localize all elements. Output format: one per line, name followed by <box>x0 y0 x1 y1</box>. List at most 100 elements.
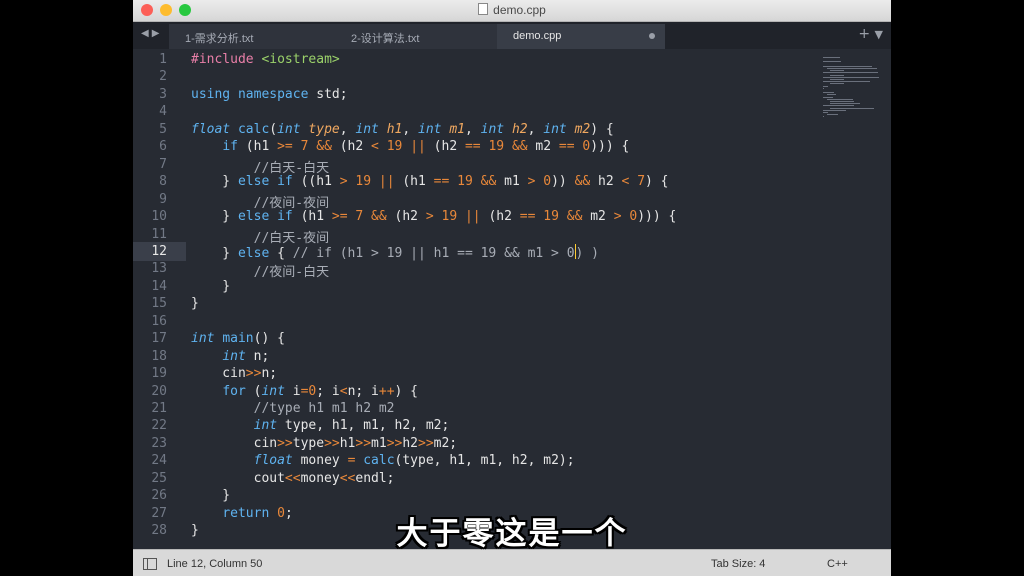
tab-label: demo.cpp <box>513 30 562 42</box>
code-token: < <box>371 139 379 155</box>
code-token: ) { <box>394 383 419 399</box>
code-line[interactable]: } else if ((h1 > 19 || (h1 == 19 && m1 >… <box>191 174 669 190</box>
code-line[interactable]: //白天-夜间 <box>191 227 329 246</box>
code-line[interactable]: } <box>191 296 199 311</box>
code-token: (h1 <box>394 174 434 190</box>
code-line[interactable]: int main() { <box>191 331 285 346</box>
syntax-selector[interactable]: C++ <box>827 558 848 570</box>
minimap-line <box>823 105 854 107</box>
code-token: namespace <box>237 86 309 102</box>
line-number: 20 <box>151 383 167 399</box>
code-token: m2 <box>582 209 614 225</box>
code-token: (h1 <box>292 209 332 225</box>
code-token: int <box>253 418 278 434</box>
code-token: { <box>269 245 293 261</box>
code-line[interactable]: for (int i=0; i<n; i++) { <box>191 384 418 399</box>
code-token: if <box>277 174 293 190</box>
code-token: // if (h1 > 19 || h1 == 19 && m1 > 0 <box>292 245 575 261</box>
line-number: 22 <box>151 418 167 434</box>
code-token: 19 <box>543 209 559 225</box>
code-token: cout <box>191 470 285 486</box>
code-token: ) { <box>645 174 669 190</box>
code-line[interactable]: //白天-白天 <box>191 157 329 176</box>
code-token: m2; <box>433 435 458 451</box>
line-number: 3 <box>159 86 167 102</box>
minimap-line <box>826 68 877 69</box>
code-token: int <box>418 121 442 137</box>
code-area[interactable]: #include <iostream> using namespace std; f… <box>191 49 811 549</box>
code-line[interactable]: float money = calc(type, h1, m1, h2, m2)… <box>191 453 575 468</box>
code-editor[interactable]: 1 2 3 4 5 6 7 8 9 10 11 12 13 14 15 16 17 18 19 20 21 22 23 24 2… <box>133 49 891 549</box>
line-number: 1 <box>159 52 167 67</box>
line-number: 6 <box>159 139 167 155</box>
code-token: 19 <box>488 139 505 155</box>
code-token: || <box>378 174 395 190</box>
code-token: 19 <box>386 139 403 155</box>
code-token: m1 <box>449 121 465 137</box>
code-line[interactable]: cin>>type>>h1>>m1>>h2>>m2; <box>191 435 458 451</box>
code-line[interactable]: } <box>191 488 230 503</box>
code-line[interactable]: float calc(int type, int h1, int m1, int… <box>191 122 614 137</box>
code-line[interactable]: } else if (h1 >= 7 && (h2 > 19 || (h2 ==… <box>191 209 676 224</box>
code-line[interactable]: } <box>191 279 230 294</box>
tab-demo-cpp[interactable]: demo.cpp <box>497 24 665 49</box>
code-token: (h1 <box>237 139 278 155</box>
code-line[interactable]: //夜间-白天 <box>191 261 329 280</box>
code-token: >> <box>324 435 340 451</box>
plus-icon[interactable]: + <box>858 26 870 42</box>
code-line[interactable]: cin>>n; <box>191 366 277 381</box>
code-token: main <box>222 331 254 347</box>
code-token: 19 <box>457 174 473 190</box>
sidebar-toggle-icon[interactable] <box>143 558 157 570</box>
minimap-line <box>823 61 841 63</box>
tab-requirements[interactable]: 1-需求分析.txt <box>169 24 335 49</box>
code-token: float <box>191 121 231 137</box>
code-line[interactable]: //type h1 m1 h2 m2 <box>191 401 395 416</box>
code-line[interactable]: using namespace std; <box>191 87 348 102</box>
unsaved-dot-icon[interactable] <box>649 33 655 39</box>
code-line[interactable]: int type, h1, m1, h2, m2; <box>191 418 450 434</box>
minimap[interactable] <box>815 49 891 169</box>
code-token: int <box>191 331 215 347</box>
tab-bar: 1-需求分析.txt 2-设计算法.txt demo.cpp <box>133 22 891 49</box>
chevron-down-icon[interactable]: ▼ <box>875 28 883 41</box>
minimap-line <box>823 72 878 74</box>
code-token: h2 <box>402 435 418 451</box>
code-line[interactable]: } else { // if (h1 > 19 || h1 == 19 && m… <box>191 243 599 261</box>
tab-nav-arrows-icon[interactable]: ◀▶ <box>141 28 162 39</box>
code-token: i <box>284 383 301 399</box>
code-line[interactable]: cout<<money<<endl; <box>191 471 395 486</box>
code-token: && <box>566 209 583 225</box>
minimap-line <box>830 74 844 76</box>
code-token: for <box>222 383 246 399</box>
line-number: 18 <box>151 348 167 364</box>
code-line[interactable]: if (h1 >= 7 && (h2 < 19 || (h2 == 19 && … <box>191 139 629 154</box>
code-token: } <box>191 245 238 261</box>
title-bar: demo.cpp <box>133 0 891 22</box>
line-number: 14 <box>151 278 167 294</box>
tab-size-selector[interactable]: Tab Size: 4 <box>711 558 765 570</box>
minimap-line <box>830 70 844 72</box>
code-line[interactable]: //夜间-夜间 <box>191 192 329 211</box>
tab-algorithm[interactable]: 2-设计算法.txt <box>335 24 501 49</box>
minimap-line <box>823 92 834 94</box>
code-token: && <box>316 139 332 155</box>
line-number: 15 <box>151 296 167 312</box>
code-line[interactable]: int n; <box>191 349 269 364</box>
code-token: money <box>300 470 340 486</box>
code-line[interactable]: #include <iostream> <box>191 52 340 67</box>
line-number: 8 <box>159 174 167 190</box>
code-token: m2 <box>574 121 591 137</box>
code-token: >> <box>418 435 434 451</box>
line-number: 12 <box>151 243 167 259</box>
